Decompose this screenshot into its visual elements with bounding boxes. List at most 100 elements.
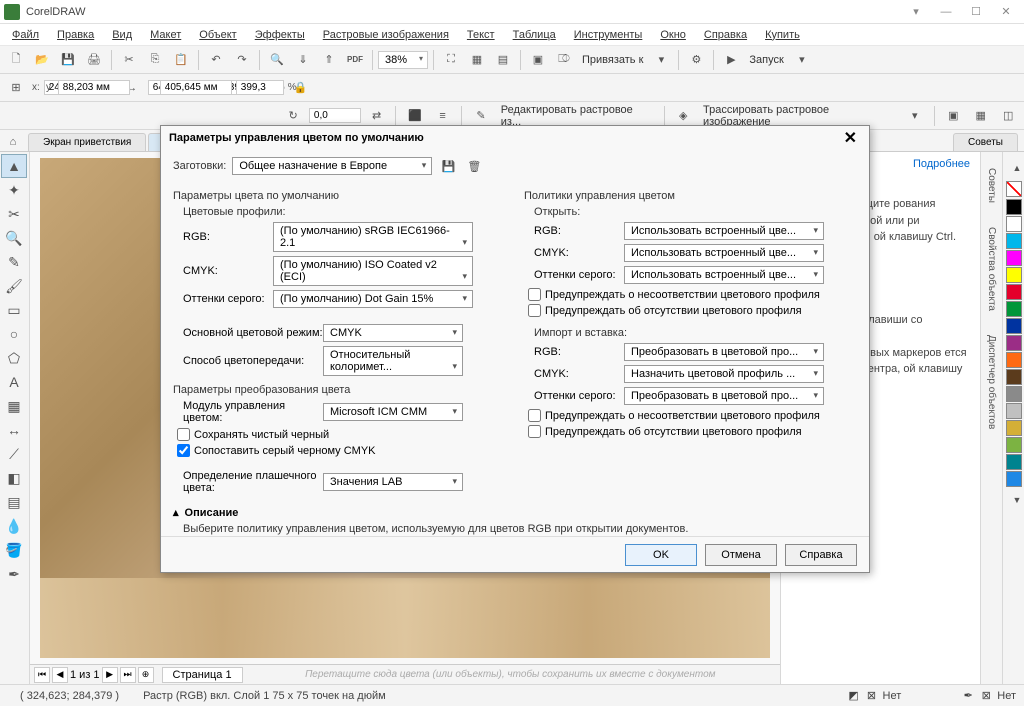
zoom-dropdown[interactable]: 38%: [378, 51, 428, 69]
shape-tool-icon[interactable]: ✦: [1, 178, 27, 202]
color-swatch[interactable]: [1006, 352, 1022, 368]
warn-mismatch-checkbox[interactable]: [528, 288, 541, 301]
color-swatch[interactable]: [1006, 386, 1022, 402]
tab-hints[interactable]: Советы: [953, 133, 1018, 151]
color-swatch[interactable]: [1006, 199, 1022, 215]
crop-tool-icon[interactable]: ✂: [1, 202, 27, 226]
dimension-tool-icon[interactable]: ↔: [1, 418, 27, 442]
color-swatch[interactable]: [1006, 471, 1022, 487]
menu-layout[interactable]: Макет: [142, 27, 189, 43]
color-swatch[interactable]: [1006, 318, 1022, 334]
menu-edit[interactable]: Правка: [49, 27, 102, 43]
edit-bitmap-icon[interactable]: ✎: [469, 104, 492, 128]
cmyk-profile-dropdown[interactable]: (По умолчанию) ISO Coated v2 (ECI): [273, 256, 473, 286]
menu-table[interactable]: Таблица: [505, 27, 564, 43]
minimize-icon[interactable]: —: [932, 2, 960, 22]
spot-color-dropdown[interactable]: Значения LAB: [323, 473, 463, 491]
menu-help[interactable]: Справка: [696, 27, 755, 43]
page-first-icon[interactable]: ⏮: [34, 667, 50, 683]
help-button[interactable]: Справка: [785, 544, 857, 566]
print-icon[interactable]: 🖨: [82, 48, 106, 72]
color-swatch[interactable]: [1006, 216, 1022, 232]
color-swatch[interactable]: [1006, 233, 1022, 249]
color-swatch[interactable]: [1006, 403, 1022, 419]
color-swatch[interactable]: [1006, 369, 1022, 385]
rotation-input[interactable]: [309, 108, 361, 123]
ok-button[interactable]: OK: [625, 544, 697, 566]
fullscreen-icon[interactable]: ⛶: [439, 48, 463, 72]
connector-tool-icon[interactable]: ⟋: [1, 442, 27, 466]
color-swatch[interactable]: [1006, 250, 1022, 266]
collapse-icon[interactable]: ▾: [902, 2, 930, 22]
open-rgb-dropdown[interactable]: Использовать встроенный цве...: [624, 222, 824, 240]
redo-icon[interactable]: ↷: [230, 48, 254, 72]
open-icon[interactable]: 📂: [30, 48, 54, 72]
close-icon[interactable]: ✕: [992, 2, 1020, 22]
color-swatch[interactable]: [1006, 420, 1022, 436]
cancel-button[interactable]: Отмена: [705, 544, 777, 566]
snap-label[interactable]: Привязать к: [578, 54, 647, 66]
drop-shadow-icon[interactable]: ◧: [1, 466, 27, 490]
launch-label[interactable]: Запуск: [745, 54, 787, 66]
import-icon[interactable]: ⇓: [291, 48, 315, 72]
expand-icon[interactable]: ▴: [173, 506, 179, 519]
polygon-tool-icon[interactable]: ⬠: [1, 346, 27, 370]
page-prev-icon[interactable]: ◀: [52, 667, 68, 683]
new-icon[interactable]: 🗋: [4, 48, 28, 72]
color-swatch[interactable]: [1006, 437, 1022, 453]
map-gray-checkbox[interactable]: [177, 444, 190, 457]
color-swatch[interactable]: [1006, 284, 1022, 300]
menu-tools[interactable]: Инструменты: [566, 27, 651, 43]
presets-dropdown[interactable]: Общее назначение в Европе: [232, 157, 432, 175]
pick-tool-icon[interactable]: ▲: [1, 154, 27, 178]
color-engine-dropdown[interactable]: Microsoft ICM CMM: [323, 403, 463, 421]
copy-icon[interactable]: ⎘: [143, 48, 167, 72]
rulers-icon[interactable]: ▦: [465, 48, 489, 72]
save-icon[interactable]: 💾: [56, 48, 80, 72]
no-color-swatch[interactable]: [1006, 181, 1022, 197]
color-swatch[interactable]: [1006, 267, 1022, 283]
text-tool-icon[interactable]: A: [1, 370, 27, 394]
table-tool-icon[interactable]: ▦: [1, 394, 27, 418]
docker-hints[interactable]: Советы: [984, 160, 999, 211]
import-cmyk-dropdown[interactable]: Назначить цветовой профиль ...: [624, 365, 824, 383]
eyedropper-icon[interactable]: 💧: [1, 514, 27, 538]
menu-view[interactable]: Вид: [104, 27, 140, 43]
palette-down-icon[interactable]: ▼: [1004, 488, 1024, 512]
docker-properties[interactable]: Свойства объекта: [984, 219, 999, 319]
warn-mismatch-import-checkbox[interactable]: [528, 409, 541, 422]
fill-tool-icon[interactable]: 🪣: [1, 538, 27, 562]
maximize-icon[interactable]: ☐: [962, 2, 990, 22]
menu-window[interactable]: Окно: [652, 27, 694, 43]
launch-icon[interactable]: ▶: [719, 48, 743, 72]
menu-buy[interactable]: Купить: [757, 27, 808, 43]
resample-icon[interactable]: ▦: [969, 104, 992, 128]
preserve-black-checkbox[interactable]: [177, 428, 190, 441]
trace-icon[interactable]: ◈: [672, 104, 695, 128]
home-icon[interactable]: ⌂: [4, 133, 22, 151]
save-preset-icon[interactable]: 💾: [438, 156, 458, 176]
wrap-icon[interactable]: ◫: [997, 104, 1020, 128]
open-cmyk-dropdown[interactable]: Использовать встроенный цве...: [624, 244, 824, 262]
outline-tool-icon[interactable]: ✒: [1, 562, 27, 586]
page-add-icon[interactable]: ⊕: [138, 667, 154, 683]
docker-objects[interactable]: Диспетчер объектов: [984, 327, 999, 437]
trace-dropdown-icon[interactable]: ▾: [903, 104, 926, 128]
page-tab[interactable]: Страница 1: [162, 667, 243, 683]
import-rgb-dropdown[interactable]: Преобразовать в цветовой про...: [624, 343, 824, 361]
rectangle-tool-icon[interactable]: ▭: [1, 298, 27, 322]
freehand-tool-icon[interactable]: ✎: [1, 250, 27, 274]
snap-dropdown-icon[interactable]: ▾: [649, 48, 673, 72]
page-next-icon[interactable]: ▶: [102, 667, 118, 683]
import-gray-dropdown[interactable]: Преобразовать в цветовой про...: [624, 387, 824, 405]
options-icon[interactable]: ⚙: [684, 48, 708, 72]
edit-bitmap-label[interactable]: Редактировать растровое из...: [497, 104, 657, 128]
menu-effects[interactable]: Эффекты: [247, 27, 313, 43]
color-swatch[interactable]: [1006, 335, 1022, 351]
crop-icon[interactable]: ▣: [942, 104, 965, 128]
menu-file[interactable]: Файл: [4, 27, 47, 43]
delete-preset-icon[interactable]: 🗑: [464, 156, 484, 176]
artistic-media-icon[interactable]: 🖌: [1, 274, 27, 298]
y-input[interactable]: [58, 80, 130, 95]
arrange-icon[interactable]: ⬛: [403, 104, 426, 128]
